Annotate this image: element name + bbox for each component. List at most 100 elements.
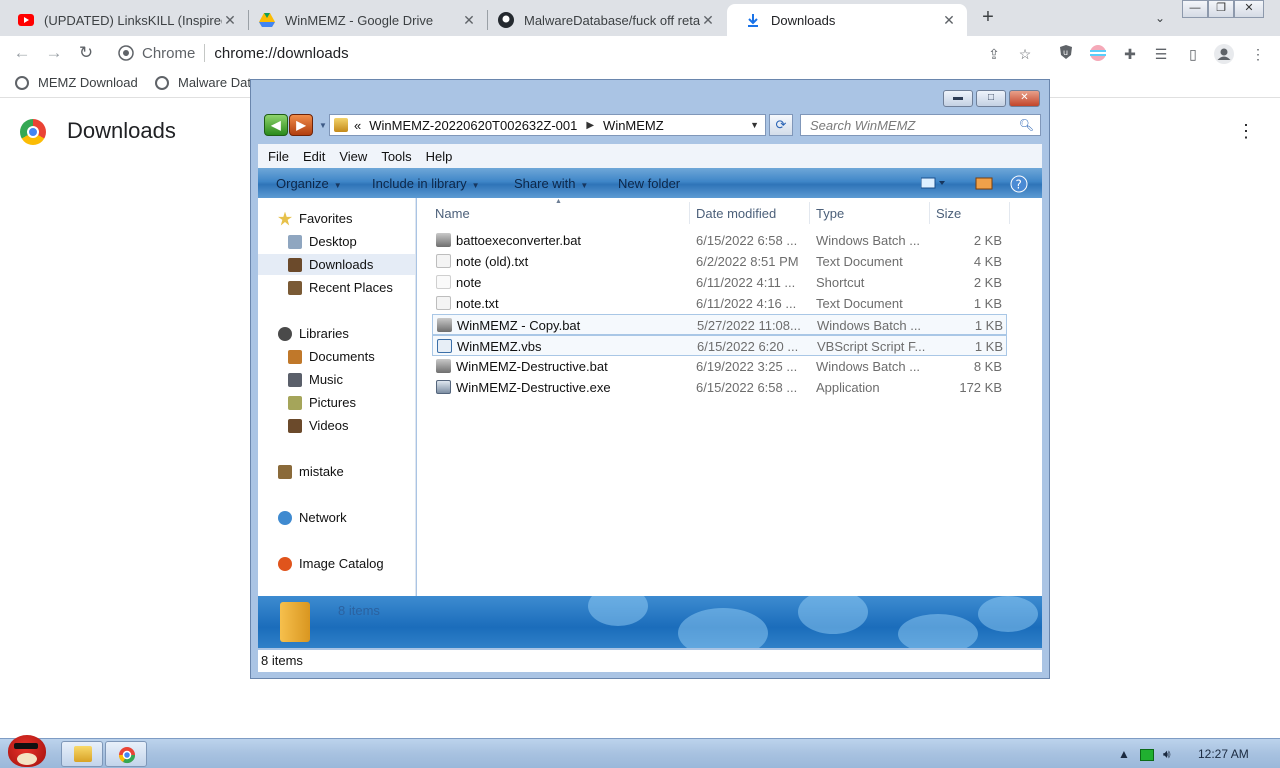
column-header-type[interactable]: Type <box>816 206 844 221</box>
file-row[interactable]: battoexeconverter.bat 6/15/2022 6:58 ...… <box>432 230 1007 251</box>
nav-image-catalog[interactable]: Image Catalog <box>278 553 384 574</box>
volume-icon[interactable]: 🔊︎ <box>1163 747 1171 762</box>
nav-libraries[interactable]: Libraries <box>278 323 349 344</box>
column-header-size[interactable]: Size <box>936 206 961 221</box>
site-info-icon[interactable] <box>118 45 134 61</box>
status-item-count: 8 items <box>261 653 303 668</box>
folder-icon <box>334 118 348 132</box>
column-divider[interactable] <box>929 202 930 224</box>
close-tab-icon[interactable]: ✕ <box>222 12 238 29</box>
breadcrumb-item[interactable]: WinMEMZ-20220620T002632Z-001 <box>369 118 577 133</box>
close-tab-icon[interactable]: ✕ <box>941 12 957 29</box>
breadcrumb-chevron-icon[interactable]: ▶ <box>586 120 594 131</box>
column-header-name[interactable]: Name <box>435 206 470 221</box>
nav-downloads[interactable]: Downloads <box>258 254 415 275</box>
preview-pane-icon[interactable] <box>975 175 993 191</box>
new-folder-button[interactable]: New folder <box>618 176 680 191</box>
reload-button[interactable]: ↻ <box>74 41 98 65</box>
forward-button[interactable]: → <box>42 41 66 65</box>
taskbar-explorer-button[interactable] <box>61 741 103 767</box>
nav-videos[interactable]: Videos <box>288 415 349 436</box>
back-button[interactable]: ← <box>10 41 34 65</box>
bookmark-memz-download[interactable]: MEMZ Download <box>15 75 138 90</box>
omnibox[interactable]: Chrome chrome://downloads <box>110 39 1050 67</box>
file-name: battoexeconverter.bat <box>456 233 582 248</box>
nav-favorites[interactable]: Favorites <box>278 208 352 229</box>
address-bar[interactable]: « WinMEMZ-20220620T002632Z-001 ▶ WinMEMZ… <box>329 114 766 136</box>
menu-file[interactable]: File <box>268 149 289 164</box>
address-dropdown-icon[interactable]: ▼ <box>750 120 759 130</box>
file-row[interactable]: note.txt 6/11/2022 4:16 ... Text Documen… <box>432 293 1007 314</box>
help-icon[interactable]: ? <box>1010 175 1028 193</box>
explorer-close-button[interactable]: ✕ <box>1009 90 1040 107</box>
file-row[interactable]: WinMEMZ - Copy.bat 5/27/2022 11:08... Wi… <box>432 314 1007 335</box>
change-view-icon[interactable] <box>920 175 945 191</box>
file-row[interactable]: WinMEMZ-Destructive.bat 6/19/2022 3:25 .… <box>432 356 1007 377</box>
show-hidden-icons-icon[interactable]: ▲ <box>1118 747 1130 761</box>
file-row[interactable]: WinMEMZ.vbs 6/15/2022 6:20 ... VBScript … <box>432 335 1007 356</box>
recent-pages-dropdown-icon[interactable]: ▼ <box>319 121 327 130</box>
side-panel-icon[interactable]: ▯ <box>1183 44 1203 64</box>
include-in-library-button[interactable]: Include in library ▼ <box>372 176 480 191</box>
nav-network[interactable]: Network <box>278 507 347 528</box>
tab-downloads[interactable]: Downloads ✕ <box>727 4 967 36</box>
column-divider[interactable] <box>689 202 690 224</box>
restore-window-button[interactable]: ❐ <box>1208 0 1234 18</box>
tab-github[interactable]: MalwareDatabase/fuck off reta ✕ <box>480 4 726 36</box>
battery-icon[interactable] <box>1140 749 1154 761</box>
close-tab-icon[interactable]: ✕ <box>700 12 716 29</box>
bookmark-star-icon[interactable]: ☆ <box>1015 44 1035 64</box>
minimize-window-button[interactable]: — <box>1182 0 1208 18</box>
tab-youtube[interactable]: (UPDATED) LinksKILL (Inspired ✕ <box>0 4 248 36</box>
close-window-button[interactable]: ✕ <box>1234 0 1264 18</box>
file-row[interactable]: note 6/11/2022 4:11 ... Shortcut 2 KB <box>432 272 1007 293</box>
close-tab-icon[interactable]: ✕ <box>461 12 477 29</box>
menu-edit[interactable]: Edit <box>303 149 325 164</box>
explorer-maximize-button[interactable]: □ <box>976 90 1006 107</box>
explorer-navigation-bar: ◀ ▶ ▼ « WinMEMZ-20220620T002632Z-001 ▶ W… <box>261 113 1041 139</box>
explorer-titlebar[interactable]: ▬ □ ✕ <box>251 80 1049 112</box>
tab-search-chevron-icon[interactable]: ⌄ <box>1150 8 1170 28</box>
search-icon[interactable]: 🔍︎ <box>1019 118 1034 132</box>
explorer-forward-button[interactable]: ▶ <box>289 114 313 136</box>
column-divider[interactable] <box>809 202 810 224</box>
refresh-button[interactable]: ⟳ <box>769 114 793 136</box>
start-button[interactable] <box>2 731 50 768</box>
nav-music[interactable]: Music <box>288 369 343 390</box>
new-tab-button[interactable]: + <box>976 6 1000 30</box>
menu-help[interactable]: Help <box>426 149 453 164</box>
more-options-icon[interactable]: ⋮ <box>1237 119 1255 143</box>
bookmark-malware-database[interactable]: Malware Dat <box>155 75 251 90</box>
menu-tools[interactable]: Tools <box>381 149 411 164</box>
explorer-minimize-button[interactable]: ▬ <box>943 90 973 107</box>
taskbar-chrome-button[interactable] <box>105 741 147 767</box>
profile-avatar-icon[interactable] <box>1214 44 1234 64</box>
flag-extension-icon[interactable] <box>1088 44 1108 64</box>
extensions-puzzle-icon[interactable]: ✚ <box>1120 44 1140 64</box>
breadcrumb-overflow[interactable]: « <box>354 118 361 133</box>
column-divider[interactable] <box>1009 202 1010 224</box>
share-icon[interactable]: ⇪ <box>984 44 1004 64</box>
nav-homegroup[interactable]: mistake <box>278 461 344 482</box>
search-input[interactable]: Search WinMEMZ 🔍︎ <box>800 114 1041 136</box>
clock[interactable]: 12:27 AM <box>1198 747 1249 761</box>
share-with-button[interactable]: Share with ▼ <box>514 176 588 191</box>
folder-icon <box>280 602 310 642</box>
nav-recent-places[interactable]: Recent Places <box>288 277 393 298</box>
tab-google-drive[interactable]: WinMEMZ - Google Drive ✕ <box>241 4 487 36</box>
nav-documents[interactable]: Documents <box>288 346 375 367</box>
menu-view[interactable]: View <box>339 149 367 164</box>
file-row[interactable]: note (old).txt 6/2/2022 8:51 PM Text Doc… <box>432 251 1007 272</box>
nav-desktop[interactable]: Desktop <box>288 231 357 252</box>
omnibox-url[interactable]: chrome://downloads <box>214 45 348 62</box>
file-row[interactable]: WinMEMZ-Destructive.exe 6/15/2022 6:58 .… <box>432 377 1007 398</box>
ublock-extension-icon[interactable]: u <box>1056 44 1076 64</box>
breadcrumb-item[interactable]: WinMEMZ <box>603 118 664 133</box>
column-header-date-modified[interactable]: Date modified <box>696 206 776 221</box>
download-icon <box>745 12 761 28</box>
organize-button[interactable]: Organize ▼ <box>276 176 342 191</box>
nav-pictures[interactable]: Pictures <box>288 392 356 413</box>
chrome-menu-icon[interactable]: ⋮ <box>1248 44 1268 64</box>
media-controls-icon[interactable]: ☰ <box>1151 44 1171 64</box>
explorer-back-button[interactable]: ◀ <box>264 114 288 136</box>
